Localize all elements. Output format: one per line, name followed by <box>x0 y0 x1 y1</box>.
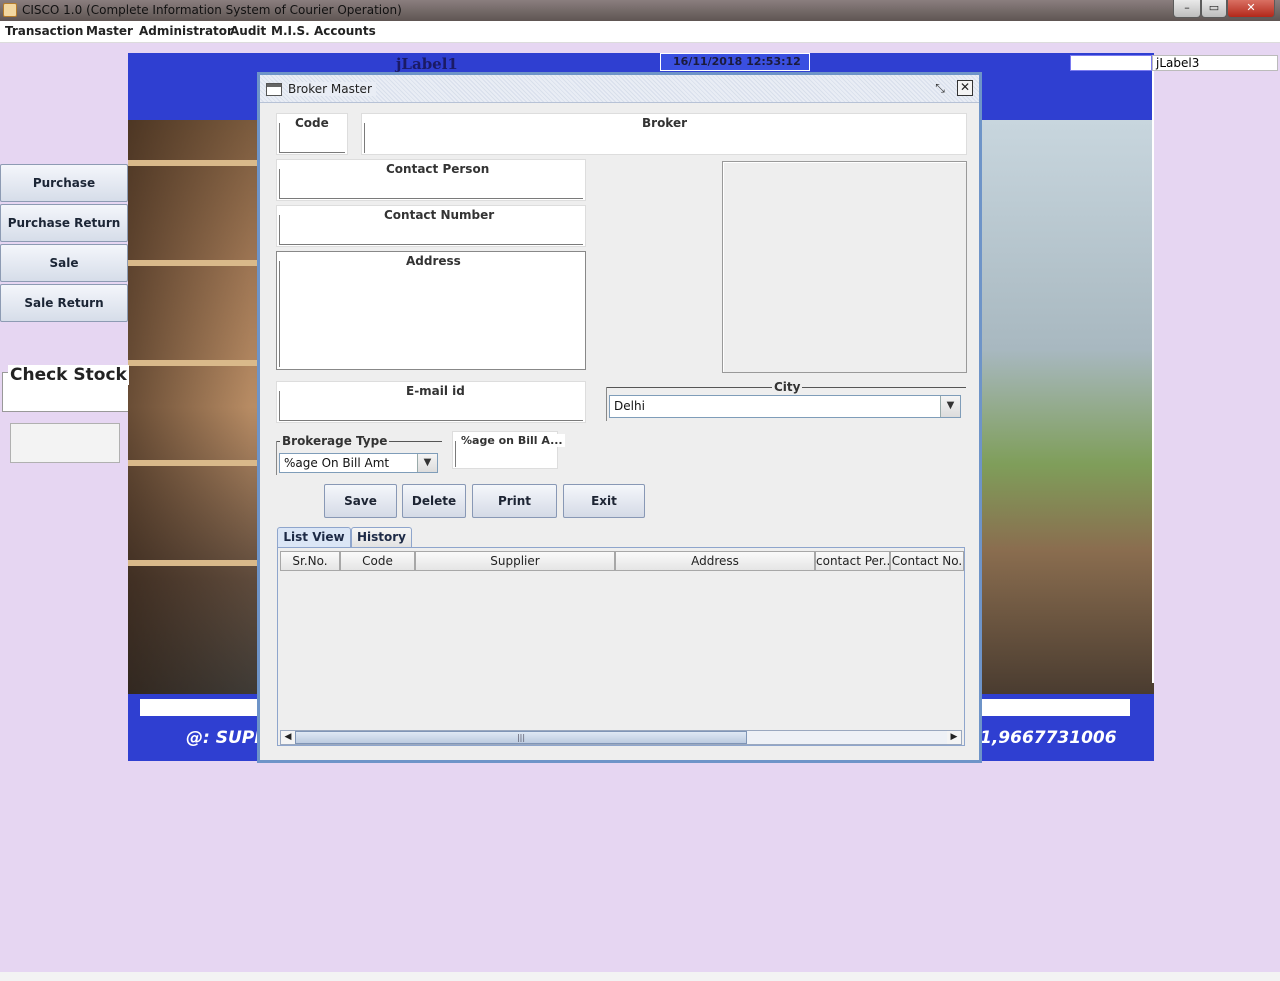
brokerage-type-group: Brokerage Type %age On Bill Amt ▼ <box>276 433 442 477</box>
store-window-view <box>980 120 1154 694</box>
column-header-srno[interactable]: Sr.No. <box>280 551 340 571</box>
column-header-address[interactable]: Address <box>615 551 815 571</box>
menu-mis[interactable]: M.I.S. <box>271 24 310 38</box>
shelf <box>128 560 258 566</box>
city-label: City <box>772 380 803 394</box>
close-button[interactable]: ✕ <box>1227 0 1275 18</box>
java-app-icon <box>3 3 17 17</box>
shelf <box>128 260 258 266</box>
broker-label: Broker <box>640 116 690 130</box>
code-group: Code <box>276 113 348 155</box>
email-label: E-mail id <box>404 384 467 398</box>
shelf <box>128 160 258 166</box>
column-header-contact-no[interactable]: Contact No. <box>890 551 964 571</box>
shelf <box>128 460 258 466</box>
table-header: Sr.No. Code Supplier Address contact Per… <box>280 551 964 571</box>
address-textarea[interactable] <box>279 261 583 367</box>
shelf <box>128 360 258 366</box>
scroll-right-icon[interactable]: ▶ <box>947 731 961 744</box>
contact-person-label: Contact Person <box>384 162 492 176</box>
broker-list-table: Sr.No. Code Supplier Address contact Per… <box>277 547 965 746</box>
brokerage-type-label: Brokerage Type <box>280 434 390 448</box>
pct-on-bill-group: %age on Bill A... <box>452 431 565 469</box>
print-button[interactable]: Print <box>472 484 557 518</box>
chevron-down-icon[interactable]: ▼ <box>940 396 960 417</box>
address-group: Address <box>276 251 586 370</box>
datetime-display: 16/11/2018 12:53:12 <box>660 53 810 71</box>
broker-group: Broker <box>361 113 967 155</box>
purchase-return-button[interactable]: Purchase Return <box>0 204 128 242</box>
menu-transaction[interactable]: Transaction <box>5 24 83 38</box>
column-header-supplier[interactable]: Supplier <box>415 551 615 571</box>
footer-right-text: 1,9667731006 <box>980 728 1117 748</box>
code-label: Code <box>293 116 331 130</box>
city-group: City Delhi ▼ <box>606 379 966 423</box>
maximize-button[interactable]: ▭ <box>1201 0 1227 18</box>
scroll-thumb[interactable]: ||| <box>295 731 747 744</box>
city-value: Delhi <box>614 399 645 413</box>
restore-icon[interactable]: ⤡ <box>932 81 948 97</box>
jlabel3-field <box>1070 55 1152 71</box>
menu-administrator[interactable]: Administrator <box>139 24 233 38</box>
frame-title: Broker Master <box>288 82 376 96</box>
frame-icon <box>266 83 282 96</box>
check-stock-title: Check Stock <box>8 365 129 385</box>
footer-left-text: @: SUPI <box>186 728 261 748</box>
contact-number-group: Contact Number <box>276 205 586 247</box>
pct-on-bill-label: %age on Bill A... <box>459 434 565 447</box>
minimize-button[interactable]: – <box>1173 0 1201 18</box>
column-header-contact-person[interactable]: contact Per... <box>815 551 890 571</box>
save-button[interactable]: Save <box>324 484 397 518</box>
status-strip <box>0 972 1280 981</box>
broker-master-frame: Broker Master ⤡ ✕ Code Broker Contact Pe… <box>257 72 982 763</box>
divider <box>1152 71 1154 683</box>
tab-history[interactable]: History <box>351 527 412 548</box>
window-title-bar: CISCO 1.0 (Complete Information System o… <box>0 0 1280 21</box>
chevron-down-icon[interactable]: ▼ <box>417 454 437 472</box>
divider <box>606 387 607 421</box>
purchase-button[interactable]: Purchase <box>0 164 128 202</box>
address-label: Address <box>404 254 463 268</box>
divider <box>276 441 277 475</box>
column-header-code[interactable]: Code <box>340 551 415 571</box>
menu-master[interactable]: Master <box>86 24 133 38</box>
close-icon[interactable]: ✕ <box>957 80 973 96</box>
delete-button[interactable]: Delete <box>402 484 466 518</box>
city-combobox[interactable]: Delhi ▼ <box>609 395 961 418</box>
frame-title-bar: Broker Master ⤡ ✕ <box>260 75 979 103</box>
menu-audit[interactable]: Audit <box>230 24 266 38</box>
menu-bar: Transaction Master Administrator Audit M… <box>0 21 1280 43</box>
window-title: CISCO 1.0 (Complete Information System o… <box>22 3 402 17</box>
tab-list-view[interactable]: List View <box>277 527 351 548</box>
broker-photo-box <box>722 161 967 373</box>
check-stock-field[interactable] <box>10 423 120 463</box>
horizontal-scrollbar[interactable]: ◀ ||| ▶ <box>280 730 962 745</box>
contact-person-group: Contact Person <box>276 159 586 201</box>
brokerage-type-value: %age On Bill Amt <box>284 456 390 470</box>
contact-number-label: Contact Number <box>382 208 497 222</box>
jlabel3: jLabel3 <box>1152 55 1278 71</box>
scroll-left-icon[interactable]: ◀ <box>281 731 295 744</box>
sale-button[interactable]: Sale <box>0 244 128 282</box>
jlabel1: jLabel1 <box>396 55 458 73</box>
exit-button[interactable]: Exit <box>563 484 645 518</box>
email-group: E-mail id <box>276 381 586 423</box>
sale-return-button[interactable]: Sale Return <box>0 284 128 322</box>
menu-accounts[interactable]: Accounts <box>314 24 376 38</box>
brokerage-type-combobox[interactable]: %age On Bill Amt ▼ <box>279 453 438 473</box>
